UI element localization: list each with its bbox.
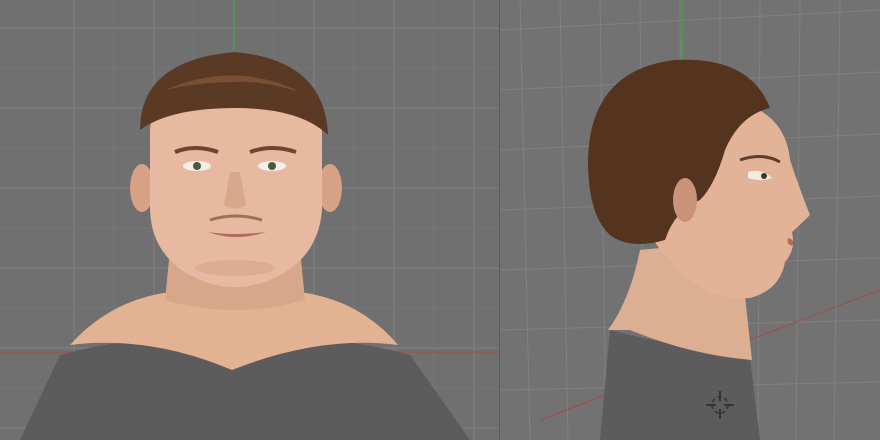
head-model-front[interactable]	[20, 52, 470, 440]
ear-side	[673, 178, 697, 222]
iris-right	[268, 162, 276, 170]
viewport-front[interactable]	[0, 0, 500, 440]
iris-left	[193, 162, 201, 170]
front-viewport-canvas[interactable]	[0, 0, 500, 440]
editor-window	[0, 0, 880, 440]
chin-shadow	[195, 260, 275, 276]
iris-side	[761, 173, 767, 179]
head-model-side[interactable]	[588, 59, 810, 440]
viewport-side[interactable]	[500, 0, 880, 440]
side-viewport-canvas[interactable]	[500, 0, 880, 440]
